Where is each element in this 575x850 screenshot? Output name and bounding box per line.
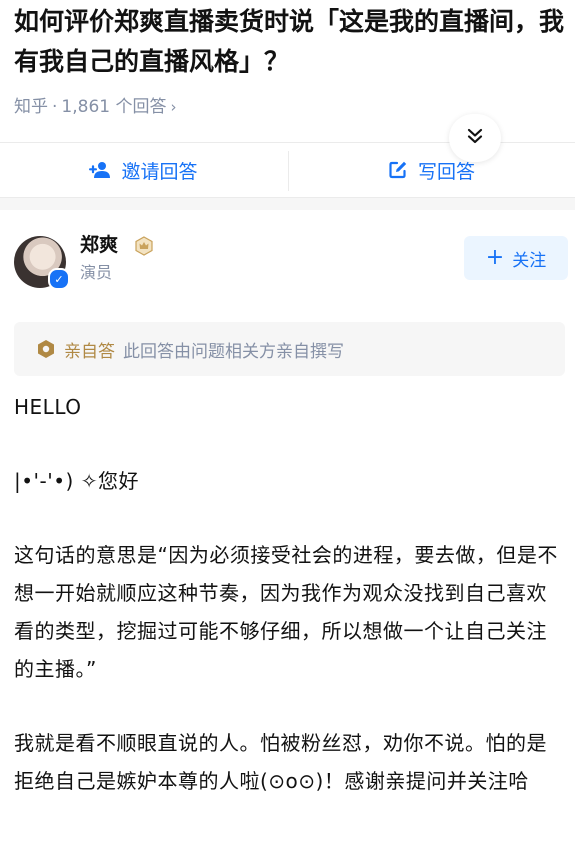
double-chevron-down-icon — [466, 126, 484, 151]
expand-button[interactable] — [449, 114, 501, 162]
question-title[interactable]: 如何评价郑爽直播卖货时说「这是我的直播间，我有我自己的直播风格」？ — [14, 2, 564, 82]
answer-paragraph: |•'-'•) ✧您好 — [14, 469, 139, 493]
invite-answer-label: 邀请回答 — [121, 160, 198, 183]
answer-paragraph: 这句话的意思是“因为必须接受社会的进程，要去做，但是不想一开始就顺应这种节奏，因… — [14, 543, 558, 681]
answers-count: 1,861 个回答 — [61, 97, 167, 117]
crown-badge-icon[interactable] — [134, 236, 154, 256]
zhihu-question-page: 如何评价郑爽直播卖货时说「这是我的直播间，我有我自己的直播风格」？ 知乎 · 1,8… — [0, 0, 575, 850]
shield-badge-icon — [36, 339, 56, 359]
invite-answer-button[interactable]: 邀请回答 — [0, 143, 287, 197]
author-title: 演员 — [80, 263, 113, 282]
chevron-right-icon: › — [170, 98, 177, 116]
site-name: 知乎 — [14, 97, 48, 117]
question-meta[interactable]: 知乎 · 1,861 个回答 › — [14, 94, 176, 120]
add-user-icon — [89, 161, 111, 179]
verified-check-icon: ✓ — [48, 268, 70, 290]
self-answer-tag: 亲自答 — [64, 341, 115, 362]
edit-icon — [388, 160, 408, 180]
meta-separator: · — [52, 97, 58, 117]
follow-label: 关注 — [512, 250, 547, 271]
plus-icon: + — [485, 245, 505, 270]
answer-paragraph: 我就是看不顺眼直说的人。怕被粉丝怼，劝你不说。怕的是拒绝自己是嫉妒本尊的人啦(⊙… — [14, 731, 547, 793]
section-separator — [0, 198, 575, 210]
answer-paragraph: HELLO — [14, 395, 82, 419]
answer-content: HELLO |•'-'•) ✧您好 这句话的意思是“因为必须接受社会的进程，要去… — [14, 388, 562, 836]
follow-button[interactable]: + 关注 — [464, 236, 568, 280]
self-answer-notice: 亲自答 此回答由问题相关方亲自撰写 — [14, 322, 565, 376]
author-name[interactable]: 郑爽 — [80, 232, 118, 258]
write-answer-button[interactable]: 写回答 — [288, 143, 575, 197]
self-answer-text: 此回答由问题相关方亲自撰写 — [123, 341, 344, 362]
